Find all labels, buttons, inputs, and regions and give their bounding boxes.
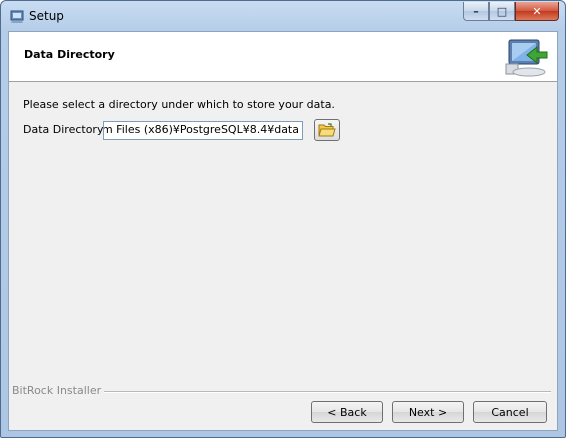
browse-button[interactable]	[314, 119, 340, 141]
caption-buttons: – □ ✕	[463, 2, 559, 21]
minimize-button[interactable]: –	[463, 2, 489, 21]
back-button[interactable]: < Back	[311, 401, 383, 423]
cancel-button[interactable]: Cancel	[473, 401, 547, 423]
data-directory-label: Data Directory	[23, 123, 104, 136]
directory-prompt: Please select a directory under which to…	[23, 98, 335, 111]
window-title: Setup	[29, 9, 64, 23]
wizard-client-area: Data Directory Please select a directory…	[8, 31, 558, 431]
maximize-icon: □	[496, 4, 508, 18]
computer-install-icon	[505, 39, 548, 77]
installer-brand: BitRock Installer	[12, 384, 102, 397]
folder-open-icon	[318, 122, 336, 136]
close-button[interactable]: ✕	[515, 2, 559, 21]
minimize-icon: –	[473, 4, 479, 18]
setup-app-icon	[10, 10, 24, 23]
data-directory-value: C:¥Program Files (x86)¥PostgreSQL¥8.4¥da…	[103, 123, 299, 136]
title-bar[interactable]: Setup – □ ✕	[1, 1, 565, 31]
close-icon: ✕	[532, 4, 542, 18]
next-button[interactable]: Next >	[392, 401, 464, 423]
footer-divider	[104, 391, 551, 392]
data-directory-input[interactable]: C:¥Program Files (x86)¥PostgreSQL¥8.4¥da…	[103, 121, 303, 140]
setup-window: Setup – □ ✕ Data Directory Please select…	[0, 0, 566, 438]
wizard-header: Data Directory	[9, 32, 557, 82]
page-title: Data Directory	[24, 48, 115, 61]
maximize-button[interactable]: □	[489, 2, 515, 21]
